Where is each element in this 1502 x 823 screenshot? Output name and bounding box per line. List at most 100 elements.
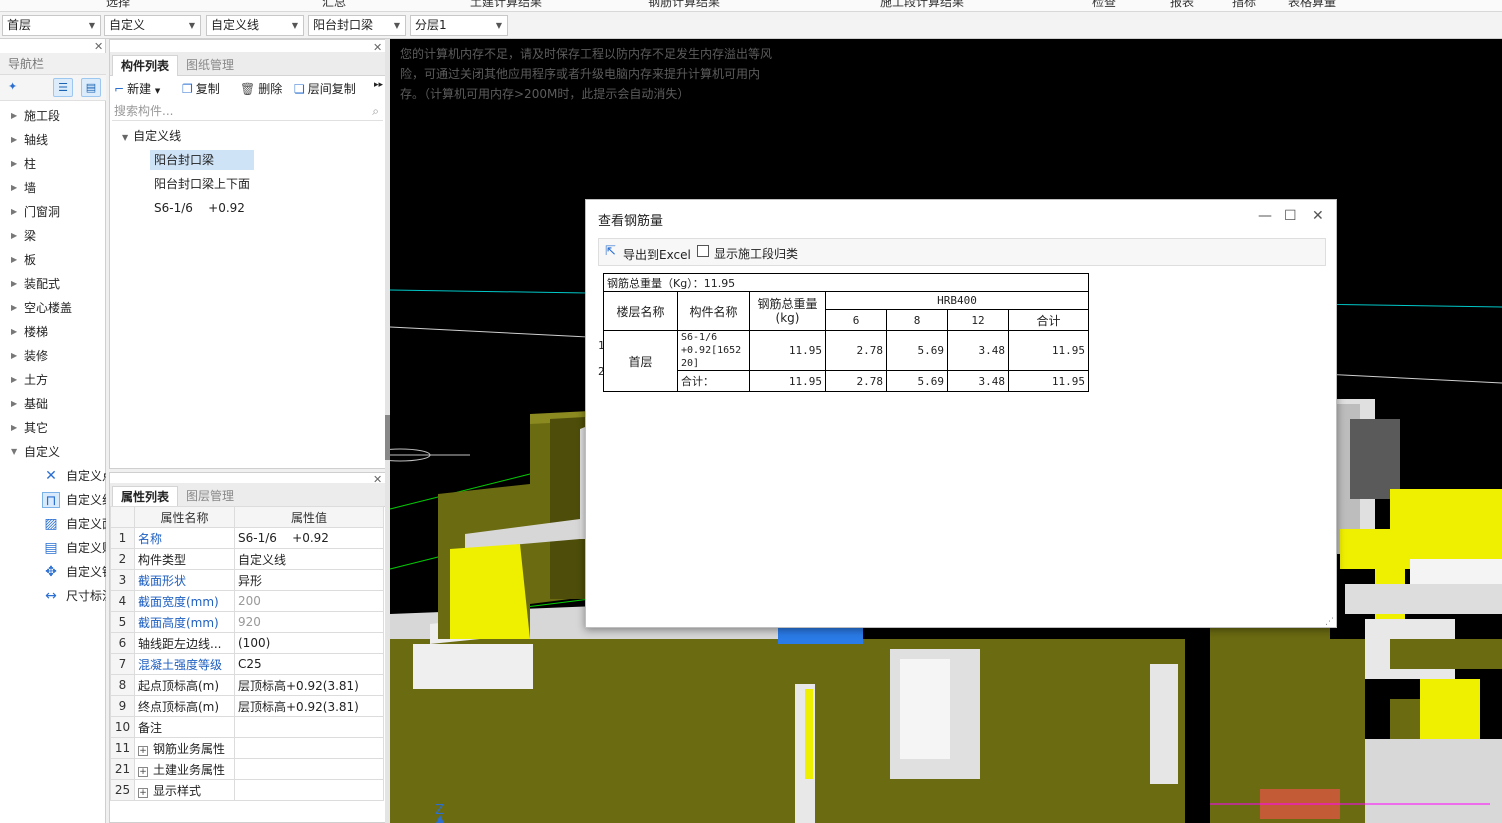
nav-item-slab[interactable]: ▶ 板	[0, 248, 106, 272]
layer-select[interactable]: 分层1 ▼	[410, 15, 508, 36]
tab-component-list[interactable]: 构件列表	[112, 55, 179, 76]
table-row[interactable]: 3 截面形状 异形	[110, 569, 384, 591]
table-row[interactable]: 9 终点顶标高(m) 层顶标高+0.92(3.81)	[110, 695, 384, 717]
table-row[interactable]: 1 名称 S6-1/6 +0.92	[110, 527, 384, 549]
stage-group-checkbox[interactable]	[697, 245, 709, 257]
maximize-icon[interactable]: ☐	[1284, 208, 1297, 224]
table-row[interactable]: 11 + 钢筋业务属性	[110, 737, 384, 759]
prop-value[interactable]: (100)	[234, 632, 384, 654]
component-search-input[interactable]: 搜索构件... ⌕	[112, 101, 383, 121]
table-row[interactable]: 21 + 土建业务属性	[110, 758, 384, 780]
ribbon-table-qty[interactable]: 表格算量	[1288, 0, 1336, 10]
tree-item-s6[interactable]: S6-1/6 +0.92	[154, 198, 245, 218]
delete-button[interactable]: 🗑 删除	[240, 80, 282, 97]
prop-value[interactable]: C25	[234, 653, 384, 675]
component-select[interactable]: 阳台封口梁 ▼	[308, 15, 406, 36]
row-index: 3	[110, 569, 135, 591]
nav-item-other[interactable]: ▶ 其它	[0, 416, 106, 440]
expand-plus-icon[interactable]: +	[138, 745, 148, 756]
prop-value[interactable]: 层顶标高+0.92(3.81)	[234, 674, 384, 696]
nav-item-axis[interactable]: ▶ 轴线	[0, 128, 106, 152]
component-cell[interactable]: S6-1/6 +0.92[165220]	[677, 330, 750, 371]
nav-item-hollow-floor[interactable]: ▶ 空心楼盖	[0, 296, 106, 320]
minimize-icon[interactable]: —	[1258, 208, 1272, 224]
expand-plus-icon[interactable]: +	[138, 787, 148, 798]
sub-item-dimension[interactable]: ↔ 尺寸标注	[0, 584, 106, 608]
prop-group[interactable]: + 土建业务属性	[134, 758, 235, 780]
table-row[interactable]: 10 备注	[110, 716, 384, 738]
copy-button[interactable]: ❐ 复制	[182, 80, 220, 97]
detail-view-icon[interactable]: ▤	[81, 78, 101, 97]
close-icon[interactable]: ✕	[94, 40, 103, 53]
prop-value[interactable]: 200	[234, 590, 384, 612]
new-button[interactable]: ⌐ 新建 ▼	[114, 80, 160, 97]
ribbon-index[interactable]: 指标	[1232, 0, 1256, 10]
memory-warning: 您的计算机内存不足，请及时保存工程以防内存不足发生内存溢出等风险，可通过关闭其他…	[400, 47, 773, 101]
tree-item-balcony-beam[interactable]: 阳台封口梁	[150, 150, 254, 170]
expand-plus-icon[interactable]: +	[138, 766, 148, 777]
table-row[interactable]: 6 轴线距左边线... (100)	[110, 632, 384, 654]
table-row[interactable]: 2 构件类型 自定义线	[110, 548, 384, 570]
search-icon[interactable]: ⌕	[372, 101, 379, 121]
floor-select[interactable]: 首层 ▼	[2, 15, 101, 36]
sub-item-custom-face[interactable]: ▨ 自定义面	[0, 512, 106, 536]
prop-value[interactable]: 层顶标高+0.92(3.81)	[234, 695, 384, 717]
nav-item-label: 装修	[24, 349, 49, 363]
nav-item-custom[interactable]: ▼ 自定义	[0, 440, 106, 464]
nav-item-decoration[interactable]: ▶ 装修	[0, 344, 106, 368]
table-row[interactable]: 8 起点顶标高(m) 层顶标高+0.92(3.81)	[110, 674, 384, 696]
list-view-icon[interactable]: ☰	[53, 78, 73, 97]
prop-value[interactable]	[234, 716, 384, 738]
nav-item-openings[interactable]: ▶ 门窗洞	[0, 200, 106, 224]
type-select[interactable]: 自定义线 ▼	[206, 15, 304, 36]
nav-item-label: 门窗洞	[24, 205, 61, 219]
ribbon-summary[interactable]: 汇总	[322, 0, 346, 10]
prop-group[interactable]: + 显示样式	[134, 779, 235, 801]
nav-item-stairs[interactable]: ▶ 楼梯	[0, 320, 106, 344]
prop-group-label: 钢筋业务属性	[153, 741, 226, 756]
tab-layer-manage[interactable]: 图层管理	[178, 486, 242, 507]
category-select[interactable]: 自定义 ▼	[104, 15, 201, 36]
prop-group[interactable]: + 钢筋业务属性	[134, 737, 235, 759]
ribbon-civil-result[interactable]: 土建计算结果	[470, 0, 542, 10]
ribbon-select[interactable]: 选择	[106, 0, 130, 10]
ribbon-stage-result[interactable]: 施工段计算结果	[880, 0, 964, 10]
prop-value[interactable]: 自定义线	[234, 548, 384, 570]
nav-item-foundation[interactable]: ▶ 基础	[0, 392, 106, 416]
sub-item-custom-line[interactable]: ⊓ 自定义线	[0, 488, 106, 512]
table-row[interactable]: 7 混凝土强度等级 C25	[110, 653, 384, 675]
prop-value[interactable]: 920	[234, 611, 384, 633]
ribbon-rebar-result[interactable]: 钢筋计算结果	[648, 0, 720, 10]
z-axis-label: Z	[435, 803, 444, 818]
table-row[interactable]: 25 + 显示样式	[110, 779, 384, 801]
nav-item-prefab[interactable]: ▶ 装配式	[0, 272, 106, 296]
more-icon[interactable]: ▸▸	[374, 80, 383, 90]
resize-grip-icon[interactable]: ⋰	[1325, 617, 1334, 627]
tab-drawing-manage[interactable]: 图纸管理	[178, 55, 242, 76]
close-icon[interactable]: ✕	[1312, 208, 1324, 224]
sub-item-custom-cladding[interactable]: ▤ 自定义贴面	[0, 536, 106, 560]
table-row[interactable]: 4 截面宽度(mm) 200	[110, 590, 384, 612]
floor-copy-label: 层间复制	[307, 82, 356, 96]
table-row[interactable]: 5 截面高度(mm) 920	[110, 611, 384, 633]
prop-name: 终点顶标高(m)	[134, 695, 235, 717]
tree-item-balcony-beam-faces[interactable]: 阳台封口梁上下面	[154, 174, 250, 194]
nav-item-beam[interactable]: ▶ 梁	[0, 224, 106, 248]
row-index: 11	[110, 737, 135, 759]
floor-copy-button[interactable]: ❏ 层间复制	[294, 80, 356, 97]
pin-icon[interactable]: ✦	[8, 80, 17, 93]
prop-value[interactable]: S6-1/6 +0.92	[234, 527, 384, 549]
sub-item-custom-rebar[interactable]: ✥ 自定义钢筋	[0, 560, 106, 584]
prop-value[interactable]: 异形	[234, 569, 384, 591]
table-row[interactable]: 首层 S6-1/6 +0.92[165220] 11.95 2.78 5.69 …	[603, 330, 1089, 392]
nav-item-wall[interactable]: ▶ 墙	[0, 176, 106, 200]
ribbon-check[interactable]: 检查	[1092, 0, 1116, 10]
nav-item-earthwork[interactable]: ▶ 土方	[0, 368, 106, 392]
sub-item-custom-point[interactable]: ✕ 自定义点	[0, 464, 106, 488]
export-excel-button[interactable]: 导出到Excel	[623, 246, 691, 263]
nav-item-column[interactable]: ▶ 柱	[0, 152, 106, 176]
ribbon-report[interactable]: 报表	[1170, 0, 1194, 10]
nav-item-construction-stage[interactable]: ▶ 施工段	[0, 104, 106, 128]
tab-property-list[interactable]: 属性列表	[112, 486, 179, 507]
tree-root-custom-line[interactable]: ▼ 自定义线	[122, 126, 181, 146]
